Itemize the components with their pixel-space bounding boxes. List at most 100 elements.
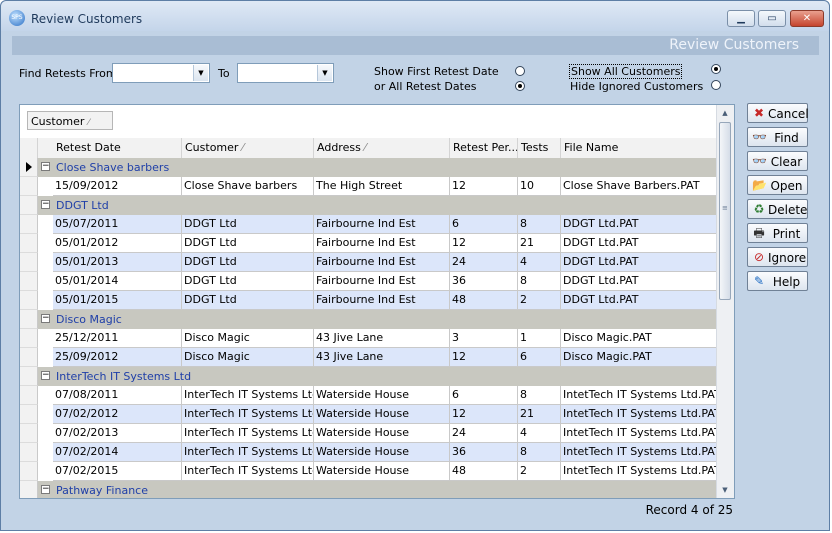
table-cell: Fairbourne Ind Est: [314, 272, 450, 290]
chevron-down-icon: ▼: [198, 69, 204, 77]
table-cell: Disco Magic.PAT: [563, 350, 652, 363]
vertical-scrollbar[interactable]: ▲ ≡ ▼: [716, 105, 734, 498]
group-chip-label: Customer: [31, 115, 85, 128]
row-indicator: [20, 291, 38, 310]
close-button[interactable]: ✕: [790, 10, 824, 27]
clear-button[interactable]: 👓 Clear: [747, 151, 808, 171]
group-indent: [38, 329, 53, 348]
table-cell: 6: [450, 215, 518, 233]
table-row[interactable]: 07/02/2014 InterTech IT Systems Ltd Waters…: [20, 443, 717, 462]
table-row[interactable]: 25/12/2011 Disco Magic 43 Jive Lane 3 1 Disco…: [20, 329, 717, 348]
col-header-tests[interactable]: Tests: [518, 138, 561, 158]
table-row[interactable]: 05/01/2012 DDGT Ltd Fairbourne Ind Est 12 21…: [20, 234, 717, 253]
col-header-file-name[interactable]: File Name: [561, 138, 717, 158]
maximize-button[interactable]: ▭: [758, 10, 786, 27]
collapse-toggle-icon[interactable]: −: [41, 200, 50, 209]
table-cell: Waterside House: [314, 405, 450, 423]
chevron-down-icon: ▼: [722, 486, 728, 494]
table-row[interactable]: 07/08/2011 InterTech IT Systems Ltd Waters…: [20, 386, 717, 405]
group-indent: [38, 405, 53, 424]
table-cell: IntetTech IT Systems Ltd.PAT: [563, 407, 717, 420]
collapse-toggle-icon[interactable]: −: [41, 485, 50, 494]
show-first-retest-label: Show First Retest Date: [374, 65, 499, 78]
scroll-up-button[interactable]: ▲: [718, 106, 732, 120]
table-row[interactable]: 15/09/2012 Close Shave barbers The High St…: [20, 177, 717, 196]
print-button[interactable]: 🖶 Print: [747, 223, 808, 243]
to-date-combo[interactable]: ▼: [237, 63, 334, 83]
row-indicator: [20, 158, 38, 177]
group-by-customer-chip[interactable]: Customer ⁄: [27, 111, 113, 130]
col-header-address[interactable]: Address ⁄: [314, 138, 450, 158]
row-cells: 15/09/2012 Close Shave barbers The High St…: [53, 177, 717, 196]
table-row[interactable]: 07/02/2012 InterTech IT Systems Ltd Waters…: [20, 405, 717, 424]
printer-icon: 🖶: [753, 226, 765, 240]
cancel-button[interactable]: ✖ Cancel: [747, 103, 809, 123]
binoculars-icon: 👓: [752, 130, 767, 144]
table-cell: 8: [518, 215, 561, 233]
group-label: Close Shave barbers: [56, 161, 170, 174]
group-row[interactable]: − InterTech IT Systems Ltd: [20, 367, 717, 386]
minimize-icon: ▁: [737, 13, 745, 24]
hide-ignored-customers-radio[interactable]: [711, 80, 721, 90]
table-cell: 8: [518, 272, 561, 290]
col-header-retest-date[interactable]: Retest Date: [53, 138, 182, 158]
delete-button[interactable]: ♻ Delete: [747, 199, 808, 219]
to-date-dropdown-button[interactable]: ▼: [317, 65, 332, 81]
current-row-arrow-icon: [26, 162, 32, 172]
table-cell: Fairbourne Ind Est: [314, 291, 450, 309]
table-row[interactable]: 05/07/2011 DDGT Ltd Fairbourne Ind Est 6 8 DD…: [20, 215, 717, 234]
group-row[interactable]: − Pathway Finance: [20, 481, 717, 498]
table-cell: 15/09/2012: [53, 177, 182, 195]
show-all-customers-radio[interactable]: [711, 64, 721, 74]
group-indent: [38, 386, 53, 405]
table-row[interactable]: 25/09/2012 Disco Magic 43 Jive Lane 12 6 Disc…: [20, 348, 717, 367]
table-cell: Waterside House: [314, 462, 450, 480]
table-cell: 25/12/2011: [53, 329, 182, 347]
row-indicator: [20, 310, 38, 329]
show-first-retest-radio[interactable]: [515, 66, 525, 76]
group-row[interactable]: − Close Shave barbers: [20, 158, 717, 177]
collapse-toggle-icon[interactable]: −: [41, 162, 50, 171]
table-row[interactable]: 05/01/2014 DDGT Ltd Fairbourne Ind Est 36 8 D…: [20, 272, 717, 291]
group-row-body: − InterTech IT Systems Ltd: [38, 367, 717, 386]
minimize-button[interactable]: ▁: [727, 10, 755, 27]
table-cell: DDGT Ltd.PAT: [563, 293, 639, 306]
table-cell: 12: [450, 405, 518, 423]
table-cell: 8: [518, 443, 561, 461]
row-cells: 25/09/2012 Disco Magic 43 Jive Lane 12 6 Disc…: [53, 348, 717, 367]
table-cell: 05/07/2011: [53, 215, 182, 233]
col-header-retest-period[interactable]: Retest Per...: [450, 138, 518, 158]
collapse-toggle-icon[interactable]: −: [41, 314, 50, 323]
scroll-down-button[interactable]: ▼: [718, 483, 732, 497]
table-cell: DDGT Ltd: [182, 253, 314, 271]
group-row[interactable]: − DDGT Ltd: [20, 196, 717, 215]
table-cell: 6: [450, 386, 518, 404]
table-row[interactable]: 05/01/2013 DDGT Ltd Fairbourne Ind Est 24 4 D…: [20, 253, 717, 272]
ignore-button[interactable]: ⊘ Ignore: [747, 247, 808, 267]
customers-grid[interactable]: Customer ⁄ Retest Date Customer ⁄ Addres…: [19, 104, 735, 499]
binoculars-clear-icon: 👓: [752, 154, 767, 168]
table-cell: InterTech IT Systems Ltd: [182, 424, 314, 442]
table-row[interactable]: 07/02/2013 InterTech IT Systems Ltd Waters…: [20, 424, 717, 443]
find-button[interactable]: 👓 Find: [747, 127, 808, 147]
table-cell: Close Shave barbers: [182, 177, 314, 195]
table-row[interactable]: 05/01/2015 DDGT Ltd Fairbourne Ind Est 48 2 D…: [20, 291, 717, 310]
col-header-customer[interactable]: Customer ⁄: [182, 138, 314, 158]
open-button[interactable]: 📂 Open: [747, 175, 808, 195]
collapse-toggle-icon[interactable]: −: [41, 371, 50, 380]
table-cell: 21: [518, 405, 561, 423]
sort-asc-icon: ⁄: [87, 118, 90, 128]
from-date-combo[interactable]: ▼: [112, 63, 210, 83]
grip-icon: ≡: [722, 204, 728, 212]
help-button[interactable]: ✎ Help: [747, 271, 808, 291]
all-retest-dates-radio[interactable]: [515, 81, 525, 91]
no-entry-icon: ⊘: [753, 250, 765, 264]
scrollbar-thumb[interactable]: ≡: [719, 122, 731, 300]
button-label: Print: [772, 227, 801, 241]
from-date-dropdown-button[interactable]: ▼: [193, 65, 208, 81]
row-indicator: [20, 367, 38, 386]
table-row[interactable]: 07/02/2015 InterTech IT Systems Ltd Waters…: [20, 462, 717, 481]
table-cell: Fairbourne Ind Est: [314, 253, 450, 271]
group-row[interactable]: − Disco Magic: [20, 310, 717, 329]
table-cell: 2: [518, 291, 561, 309]
